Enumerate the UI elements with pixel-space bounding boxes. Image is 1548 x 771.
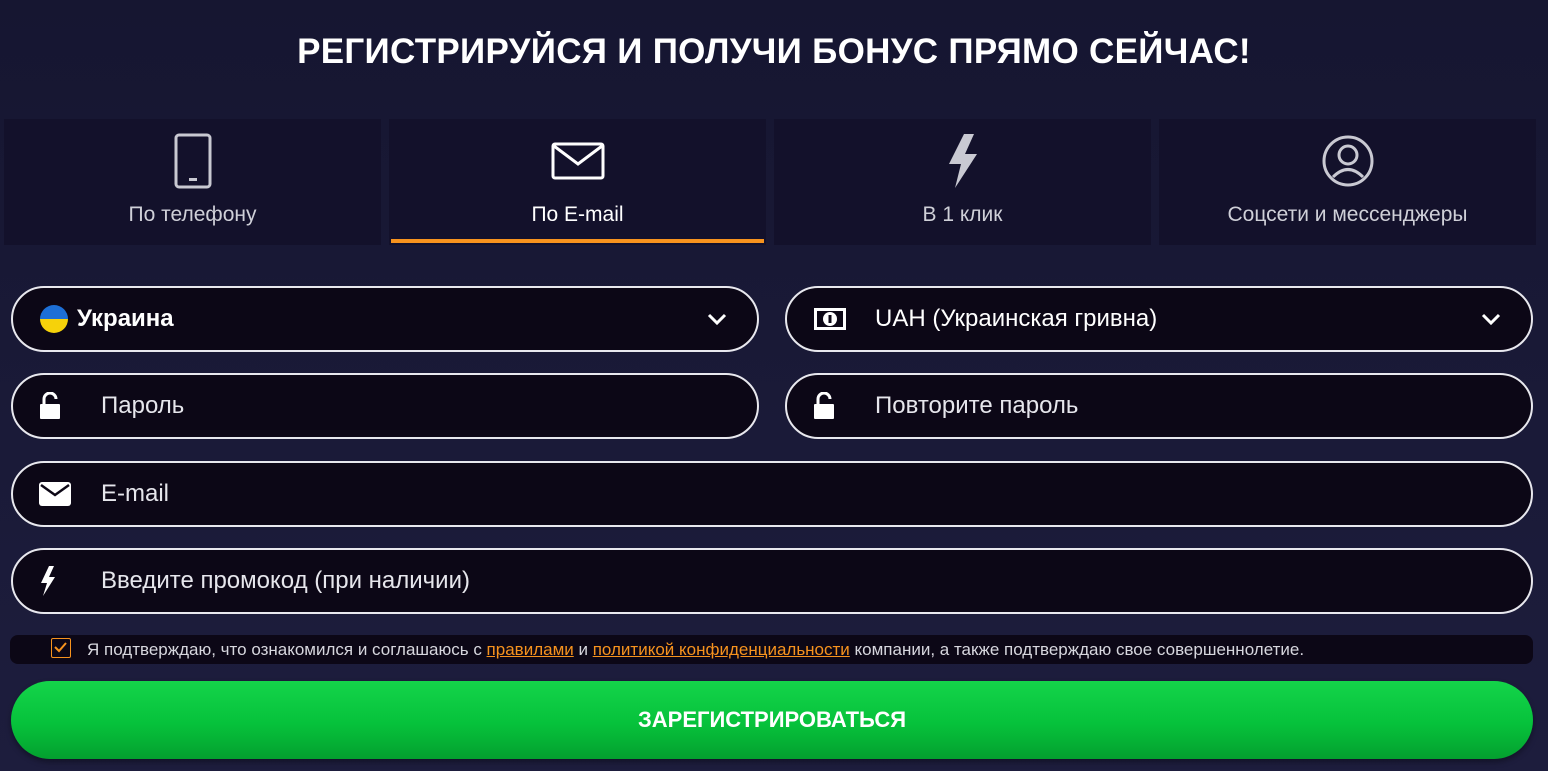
country-select[interactable]: Украина xyxy=(11,286,759,352)
consent-row: Я подтверждаю, что ознакомился и соглаша… xyxy=(10,635,1533,664)
tab-email-label: По E-mail xyxy=(531,203,624,226)
consent-text-after: компании, а также подтверждаю свое совер… xyxy=(849,640,1305,659)
password-placeholder: Пароль xyxy=(101,392,185,419)
unlock-icon xyxy=(814,392,834,419)
privacy-policy-link[interactable]: политикой конфиденциальности xyxy=(593,640,850,659)
email-field[interactable]: E-mail xyxy=(11,461,1533,527)
phone-icon xyxy=(174,133,211,189)
consent-text: Я подтверждаю, что ознакомился и соглаша… xyxy=(87,635,1304,665)
promo-code-field[interactable]: Введите промокод (при наличии) xyxy=(11,548,1533,614)
unlock-icon xyxy=(40,392,60,419)
tab-social[interactable]: Соцсети и мессенджеры xyxy=(1159,119,1536,245)
tab-one-click[interactable]: В 1 клик xyxy=(774,119,1151,245)
envelope-icon xyxy=(39,482,71,506)
tab-social-label: Соцсети и мессенджеры xyxy=(1227,203,1468,226)
tab-one-click-label: В 1 клик xyxy=(922,203,1003,226)
lightning-icon xyxy=(948,134,977,188)
consent-checkbox[interactable] xyxy=(51,638,71,658)
country-value: Украина xyxy=(77,305,174,332)
banknote-icon xyxy=(814,308,846,330)
lightning-icon xyxy=(41,566,55,596)
promo-code-placeholder: Введите промокод (при наличии) xyxy=(101,567,470,594)
user-circle-icon xyxy=(1322,135,1373,187)
tab-email[interactable]: По E-mail xyxy=(389,119,766,245)
ukraine-flag-icon xyxy=(40,305,68,333)
consent-text-before: Я подтверждаю, что ознакомился и соглаша… xyxy=(87,640,487,659)
currency-select[interactable]: UAH (Украинская гривна) xyxy=(785,286,1533,352)
password-field[interactable]: Пароль xyxy=(11,373,759,439)
repeat-password-field[interactable]: Повторите пароль xyxy=(785,373,1533,439)
currency-value: UAH (Украинская гривна) xyxy=(875,305,1158,332)
chevron-down-icon xyxy=(707,313,727,325)
email-placeholder: E-mail xyxy=(101,480,170,507)
rules-link[interactable]: правилами xyxy=(487,640,574,659)
chevron-down-icon xyxy=(1481,313,1501,325)
registration-method-tabs: По телефону По E-mail В 1 клик Соцсети и… xyxy=(4,119,1536,245)
register-button[interactable]: ЗАРЕГИСТРИРОВАТЬСЯ xyxy=(11,681,1533,759)
page-title: РЕГИСТРИРУЙСЯ И ПОЛУЧИ БОНУС ПРЯМО СЕЙЧА… xyxy=(297,32,1251,71)
checkmark-icon xyxy=(54,642,67,653)
repeat-password-placeholder: Повторите пароль xyxy=(875,392,1079,419)
envelope-icon xyxy=(551,142,604,180)
consent-text-and: и xyxy=(573,640,593,659)
tab-phone[interactable]: По телефону xyxy=(4,119,381,245)
tab-phone-label: По телефону xyxy=(128,203,257,226)
